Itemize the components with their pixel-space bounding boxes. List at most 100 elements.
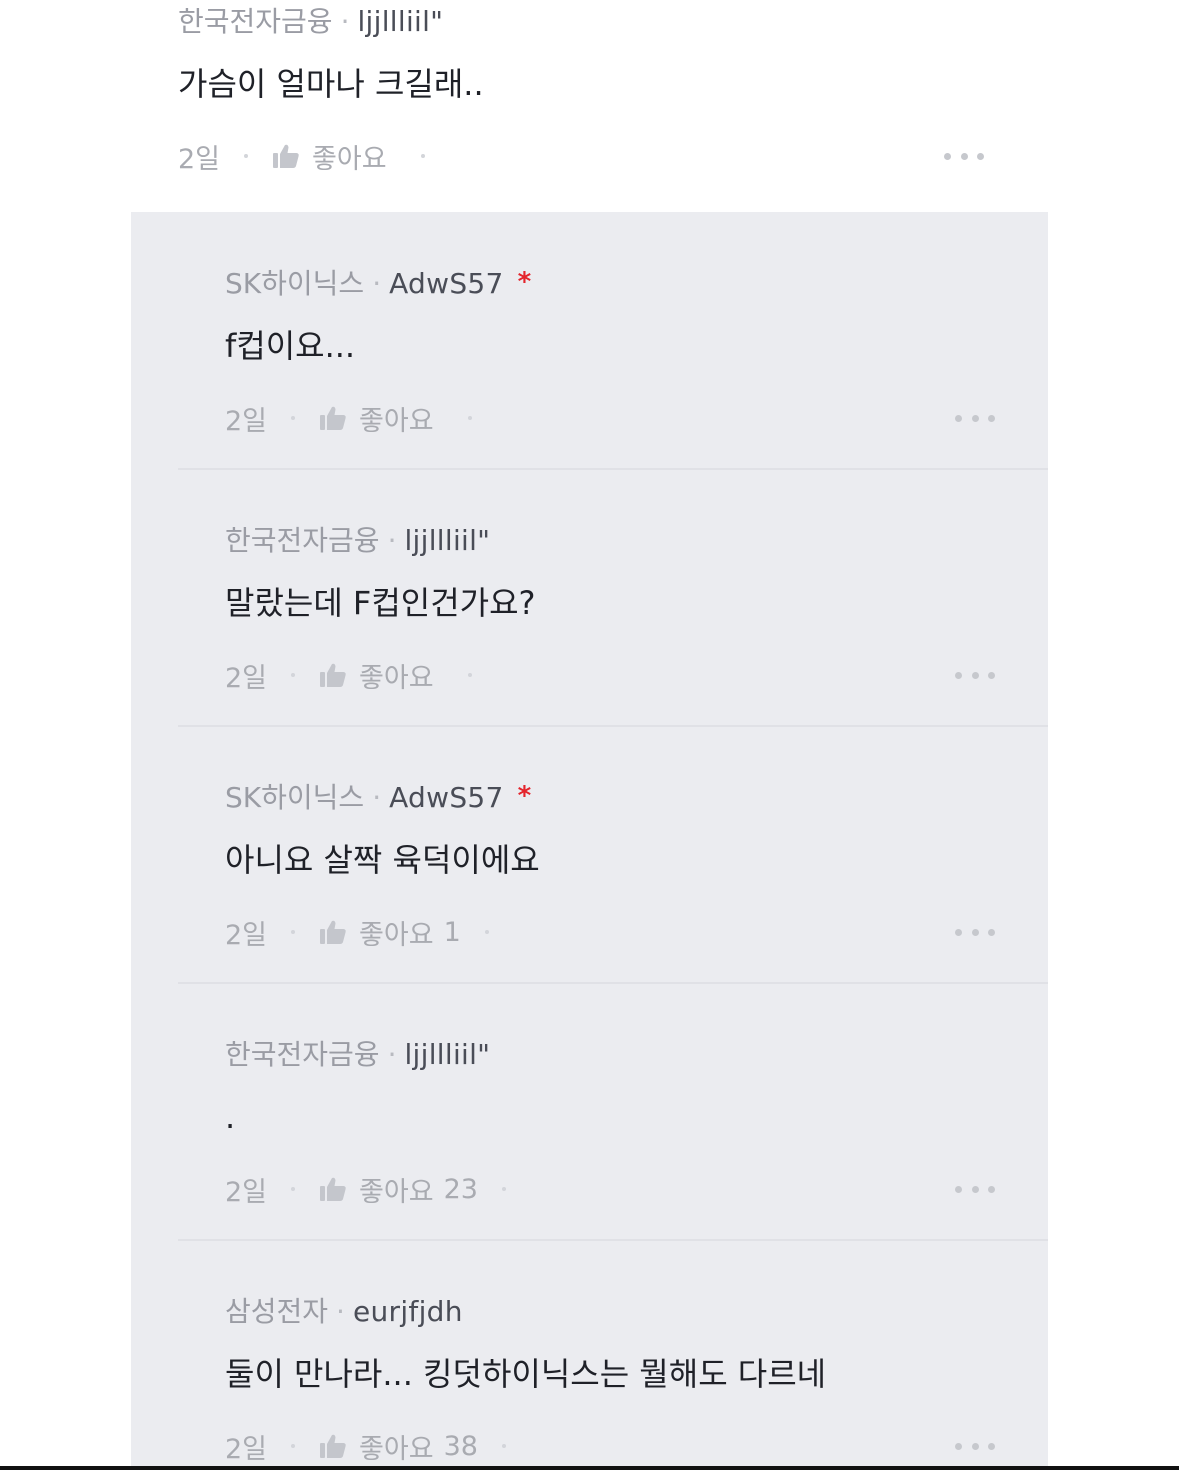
timestamp: 2일 bbox=[225, 1433, 268, 1465]
action-separator bbox=[291, 673, 296, 677]
like-button[interactable]: 좋아요 bbox=[319, 399, 444, 438]
comment-meta: 한국전자금융 · ljjllliil" bbox=[225, 1037, 504, 1074]
nickname[interactable]: eurjfjdh bbox=[353, 1295, 463, 1328]
bottom-border bbox=[0, 1466, 1179, 1470]
company-name[interactable]: 한국전자금융 bbox=[225, 1038, 380, 1071]
action-separator bbox=[484, 930, 489, 934]
action-separator bbox=[291, 1444, 296, 1448]
timestamp: 2일 bbox=[178, 143, 221, 175]
nickname[interactable]: ljjllliil" bbox=[404, 1038, 490, 1071]
timestamp: 2일 bbox=[225, 919, 268, 951]
comment-thread: 한국전자금융 · ljjllliil" 가슴이 얼마나 크길래.. 2일 좋아요 S… bbox=[0, 0, 1179, 1470]
like-count: 38 bbox=[443, 1430, 478, 1462]
like-button[interactable]: 좋아요 38 bbox=[319, 1427, 478, 1466]
reply-item: 한국전자금융 · ljjllliil" 말랐는데 F컵인건가요? 2일 좋아요 bbox=[225, 519, 1025, 719]
comment-meta: SK하이닉스 · AdwS57 * bbox=[225, 266, 531, 303]
meta-separator: · bbox=[372, 267, 382, 300]
thumbs-up-icon bbox=[320, 663, 346, 687]
comment-actions: 2일 좋아요 bbox=[225, 399, 496, 438]
reply-item: SK하이닉스 · AdwS57 * 아니요 살짝 육덕이에요 2일 좋아요 1 bbox=[225, 776, 1025, 976]
reply-item: 삼성전자 · eurjfjdh 둘이 만나라... 킹덧하이닉스는 뭘해도 다르네 … bbox=[225, 1290, 1025, 1470]
reply-divider bbox=[178, 982, 1048, 984]
action-separator bbox=[501, 1444, 506, 1448]
company-name[interactable]: 한국전자금융 bbox=[178, 5, 333, 38]
like-label: 좋아요 bbox=[359, 405, 434, 437]
comment-meta: SK하이닉스 · AdwS57 * bbox=[225, 780, 531, 817]
nickname[interactable]: ljjllliil" bbox=[404, 524, 490, 557]
like-button[interactable]: 좋아요 23 bbox=[319, 1170, 478, 1209]
reply-item: 한국전자금융 · ljjllliil" . 2일 좋아요 23 bbox=[225, 1033, 1025, 1233]
company-name[interactable]: SK하이닉스 bbox=[225, 781, 364, 814]
nickname[interactable]: AdwS57 bbox=[389, 781, 504, 814]
like-label: 좋아요 bbox=[359, 1433, 434, 1465]
action-separator bbox=[291, 1187, 296, 1191]
comment-text: . bbox=[225, 1098, 236, 1136]
more-options-icon bbox=[955, 1185, 962, 1193]
author-mark: * bbox=[517, 267, 532, 297]
more-options-button[interactable] bbox=[955, 657, 995, 693]
thumbs-up-icon bbox=[320, 1177, 346, 1201]
more-options-icon bbox=[955, 414, 962, 422]
like-button[interactable]: 좋아요 bbox=[272, 137, 397, 176]
reply-item: SK하이닉스 · AdwS57 * f컵이요... 2일 좋아요 bbox=[225, 262, 1025, 462]
comment-meta: 한국전자금융 · ljjllliil" bbox=[178, 4, 443, 40]
action-separator bbox=[244, 154, 249, 158]
comment-actions: 2일 좋아요 38 bbox=[225, 1427, 530, 1466]
action-separator bbox=[291, 416, 296, 420]
comment-actions: 2일 좋아요 1 bbox=[225, 913, 513, 952]
action-separator bbox=[420, 154, 425, 158]
replies-panel: SK하이닉스 · AdwS57 * f컵이요... 2일 좋아요 한국전자금융 · ljj… bbox=[131, 212, 1048, 1466]
timestamp: 2일 bbox=[225, 662, 268, 694]
more-options-icon bbox=[955, 671, 962, 679]
thumbs-up-icon bbox=[320, 406, 346, 430]
comment-actions: 2일 좋아요 bbox=[178, 137, 449, 176]
like-button[interactable]: 좋아요 1 bbox=[319, 913, 461, 952]
comment-text: 말랐는데 F컵인건가요? bbox=[225, 584, 536, 622]
like-count: 23 bbox=[443, 1173, 478, 1205]
thumbs-up-icon bbox=[320, 920, 346, 944]
like-button[interactable]: 좋아요 bbox=[319, 656, 444, 695]
more-options-icon bbox=[955, 1442, 962, 1450]
nickname[interactable]: ljjllliil" bbox=[357, 5, 443, 38]
thumbs-up-icon bbox=[320, 1434, 346, 1458]
comment-text: 아니요 살짝 육덕이에요 bbox=[225, 841, 540, 879]
meta-separator: · bbox=[372, 781, 382, 814]
more-options-icon bbox=[944, 152, 951, 160]
comment-meta: 한국전자금융 · ljjllliil" bbox=[225, 523, 504, 560]
company-name[interactable]: SK하이닉스 bbox=[225, 267, 364, 300]
more-options-button[interactable] bbox=[944, 138, 984, 174]
like-count: 1 bbox=[443, 916, 461, 948]
more-options-button[interactable] bbox=[955, 1428, 995, 1464]
reply-divider bbox=[178, 725, 1048, 727]
action-separator bbox=[501, 1187, 506, 1191]
comment-text: 가슴이 얼마나 크길래.. bbox=[178, 65, 484, 103]
company-name[interactable]: 삼성전자 bbox=[225, 1295, 328, 1328]
meta-separator: · bbox=[340, 5, 350, 38]
like-label: 좋아요 bbox=[359, 919, 434, 951]
more-options-button[interactable] bbox=[955, 400, 995, 436]
more-options-button[interactable] bbox=[955, 914, 995, 950]
timestamp: 2일 bbox=[225, 1176, 268, 1208]
thumbs-up-icon bbox=[273, 144, 299, 168]
more-options-icon bbox=[955, 928, 962, 936]
timestamp: 2일 bbox=[225, 405, 268, 437]
company-name[interactable]: 한국전자금융 bbox=[225, 524, 380, 557]
author-mark: * bbox=[517, 781, 532, 811]
comment-item: 한국전자금융 · ljjllliil" 가슴이 얼마나 크길래.. 2일 좋아요 bbox=[178, 0, 998, 200]
reply-divider bbox=[178, 468, 1048, 470]
action-separator bbox=[467, 416, 472, 420]
action-separator bbox=[467, 673, 472, 677]
comment-text: f컵이요... bbox=[225, 327, 356, 365]
comment-actions: 2일 좋아요 bbox=[225, 656, 496, 695]
meta-separator: · bbox=[387, 524, 397, 557]
nickname[interactable]: AdwS57 bbox=[389, 267, 504, 300]
like-label: 좋아요 bbox=[359, 1176, 434, 1208]
comment-actions: 2일 좋아요 23 bbox=[225, 1170, 530, 1209]
meta-separator: · bbox=[387, 1038, 397, 1071]
like-label: 좋아요 bbox=[359, 662, 434, 694]
action-separator bbox=[291, 930, 296, 934]
like-label: 좋아요 bbox=[312, 143, 387, 175]
more-options-button[interactable] bbox=[955, 1171, 995, 1207]
comment-meta: 삼성전자 · eurjfjdh bbox=[225, 1294, 477, 1331]
comment-text: 둘이 만나라... 킹덧하이닉스는 뭘해도 다르네 bbox=[225, 1355, 827, 1393]
